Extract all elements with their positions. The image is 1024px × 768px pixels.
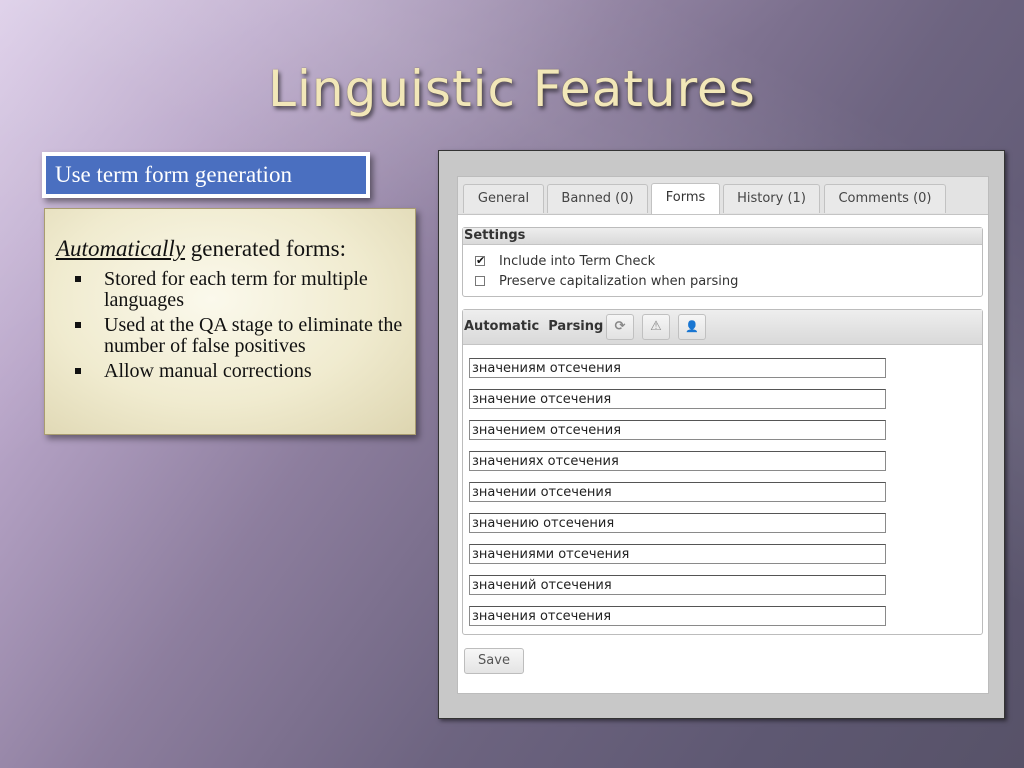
automatic-parsing-section: Automatic Parsing ⟳ ⚠ 👤 [462,309,983,635]
lead-rest: generated forms: [185,236,346,261]
save-button[interactable]: Save [464,648,524,674]
feature-description-box: Automatically generated forms: Stored fo… [44,208,416,435]
slide-title: Linguistic Features [268,60,756,118]
form-input[interactable] [469,513,886,533]
automatic-parsing-title: Automatic Parsing [464,319,604,334]
checkbox-unchecked-icon[interactable] [475,276,485,286]
app-screenshot-frame: General Banned (0) Forms History (1) Com… [438,150,1005,719]
feature-bullet-list: Stored for each term for multiple langua… [56,269,403,382]
lead-text: Automatically generated forms: [56,235,403,263]
automatic-parsing-header: Automatic Parsing ⟳ ⚠ 👤 [463,310,982,345]
refresh-icon[interactable]: ⟳ [606,314,634,340]
user-icon[interactable]: 👤 [678,314,706,340]
bullet-square-icon [75,276,81,282]
tab-forms[interactable]: Forms [651,183,720,214]
settings-section: Settings ✔ Include into Term Check Prese… [462,227,983,297]
checkbox-checked-icon[interactable]: ✔ [475,255,485,266]
form-input[interactable] [469,389,886,409]
bullet-square-icon [75,368,81,374]
term-form-label-box: Use term form generation [42,152,370,198]
bullet-item: Allow manual corrections [75,361,403,382]
bullet-item: Used at the QA stage to eliminate the nu… [75,315,403,357]
bullet-item: Stored for each term for multiple langua… [75,269,403,311]
tab-comments[interactable]: Comments (0) [824,184,946,213]
tab-banned[interactable]: Banned (0) [547,184,648,213]
form-input[interactable] [469,575,886,595]
lead-emphasis: Automatically [56,236,186,261]
form-input[interactable] [469,451,886,471]
term-form-label: Use term form generation [46,156,366,194]
form-input[interactable] [469,482,886,502]
term-editor-panel: General Banned (0) Forms History (1) Com… [457,176,989,694]
bullet-square-icon [75,322,81,328]
form-input[interactable] [469,544,886,564]
tab-bar: General Banned (0) Forms History (1) Com… [458,177,988,215]
form-input[interactable] [469,420,886,440]
form-input[interactable] [469,358,886,378]
tab-general[interactable]: General [463,184,544,213]
tab-history[interactable]: History (1) [723,184,820,213]
form-input[interactable] [469,606,886,626]
warning-icon[interactable]: ⚠ [642,314,670,340]
settings-title: Settings [463,228,982,245]
